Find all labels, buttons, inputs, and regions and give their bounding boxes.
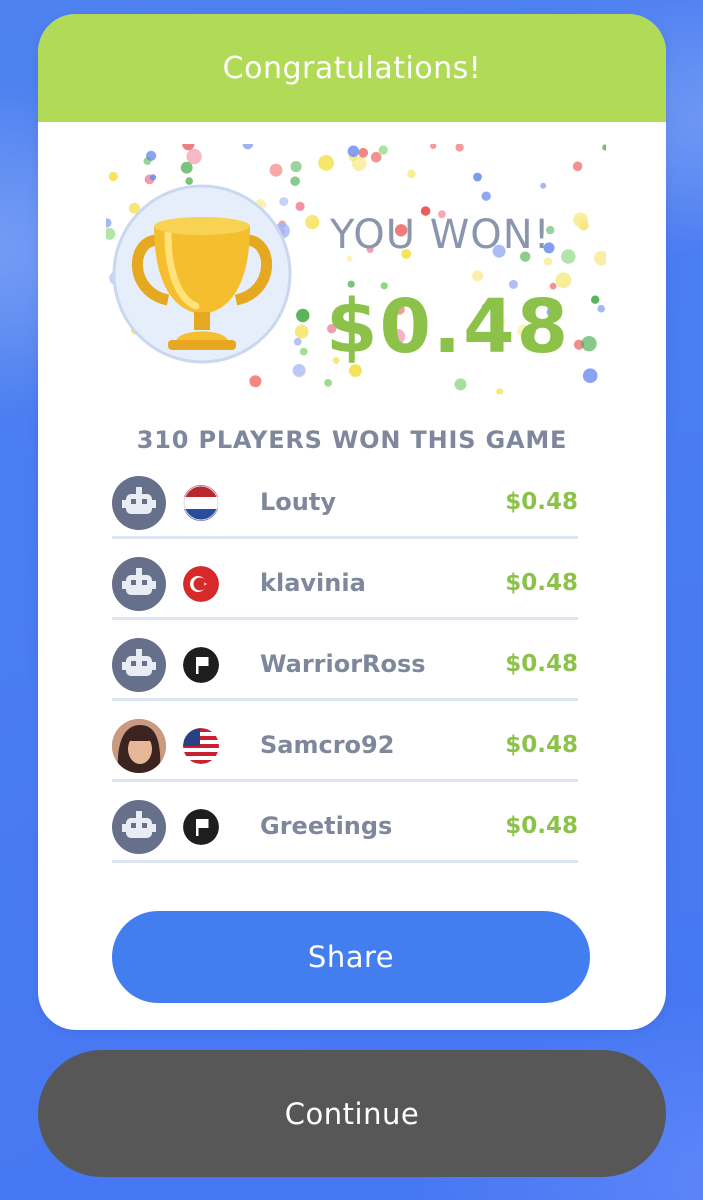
robot-avatar-icon bbox=[112, 557, 166, 611]
card-header: Congratulations! bbox=[38, 14, 666, 122]
black-flag-icon bbox=[183, 647, 219, 683]
user-photo-avatar bbox=[112, 719, 166, 773]
share-button[interactable]: Share bbox=[112, 911, 590, 1003]
winner-amount: $0.48 bbox=[505, 570, 578, 596]
prize-amount: $0.48 bbox=[326, 284, 571, 370]
winner-row: WarriorRoss $0.48 bbox=[112, 620, 578, 701]
winner-name: klavinia bbox=[260, 569, 366, 597]
netherlands-flag-icon bbox=[183, 485, 219, 521]
trophy-icon bbox=[110, 182, 295, 367]
players-won-summary: 310 PLAYERS WON THIS GAME bbox=[136, 426, 568, 454]
win-hero: YOU WON! $0.48 bbox=[106, 144, 606, 394]
winner-row: Louty $0.48 bbox=[112, 458, 578, 539]
winner-row: Greetings $0.48 bbox=[112, 782, 578, 863]
winner-amount: $0.48 bbox=[505, 489, 578, 515]
usa-flag-icon bbox=[183, 728, 219, 764]
turkey-flag-icon bbox=[183, 566, 219, 602]
win-card: Congratulations! YOU WON! $0.48 310 PLAY… bbox=[38, 14, 666, 1030]
winner-amount: $0.48 bbox=[505, 813, 578, 839]
robot-avatar-icon bbox=[112, 476, 166, 530]
header-title: Congratulations! bbox=[222, 50, 482, 86]
winners-list: Louty $0.48 klavinia $0.48 WarriorRoss $… bbox=[112, 458, 578, 863]
winner-amount: $0.48 bbox=[505, 732, 578, 758]
continue-button[interactable]: Continue bbox=[38, 1050, 666, 1177]
robot-avatar-icon bbox=[112, 800, 166, 854]
winner-name: Samcro92 bbox=[260, 731, 395, 759]
winner-row: klavinia $0.48 bbox=[112, 539, 578, 620]
winner-amount: $0.48 bbox=[505, 651, 578, 677]
winner-row: Samcro92 $0.48 bbox=[112, 701, 578, 782]
winner-name: Louty bbox=[260, 488, 336, 516]
winner-name: WarriorRoss bbox=[260, 650, 426, 678]
you-won-label: YOU WON! bbox=[330, 212, 551, 258]
winner-name: Greetings bbox=[260, 812, 393, 840]
black-flag-icon bbox=[183, 809, 219, 845]
robot-avatar-icon bbox=[112, 638, 166, 692]
